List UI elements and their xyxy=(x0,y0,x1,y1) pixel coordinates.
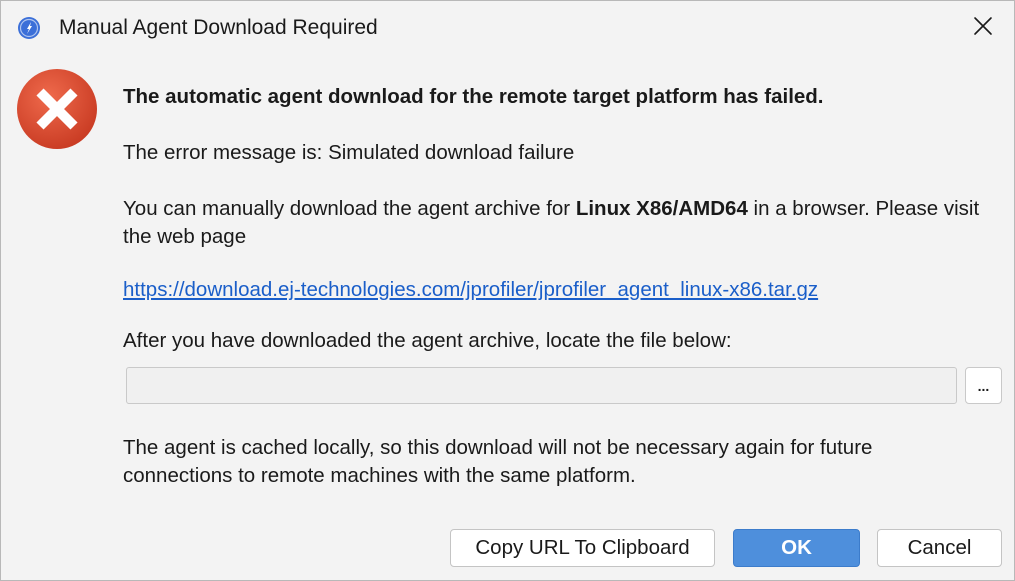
error-message-text: The error message is: Simulated download… xyxy=(123,141,575,164)
window-title: Manual Agent Download Required xyxy=(59,16,378,39)
error-icon xyxy=(16,68,98,150)
headline-text: The automatic agent download for the rem… xyxy=(123,85,824,108)
app-icon xyxy=(17,16,41,40)
locate-file-text: After you have downloaded the agent arch… xyxy=(123,329,732,352)
cancel-button[interactable]: Cancel xyxy=(877,529,1002,567)
dialog-window: Manual Agent Download Required The autom… xyxy=(0,0,1015,581)
close-icon xyxy=(973,16,993,41)
platform-name: Linux X86/AMD64 xyxy=(575,197,748,220)
agent-archive-path-input[interactable] xyxy=(126,367,957,404)
ok-button[interactable]: OK xyxy=(733,529,860,567)
copy-url-button[interactable]: Copy URL To Clipboard xyxy=(450,529,715,567)
close-button[interactable] xyxy=(952,1,1014,56)
cache-info-text: The agent is cached locally, so this dow… xyxy=(123,436,873,487)
download-url-link[interactable]: https://download.ej-technologies.com/jpr… xyxy=(123,276,818,304)
browse-button[interactable]: ... xyxy=(965,367,1002,404)
title-bar: Manual Agent Download Required xyxy=(1,1,1014,56)
manual-download-text: You can manually download the agent arch… xyxy=(123,195,983,251)
manual-prefix: You can manually download the agent arch… xyxy=(123,197,576,220)
